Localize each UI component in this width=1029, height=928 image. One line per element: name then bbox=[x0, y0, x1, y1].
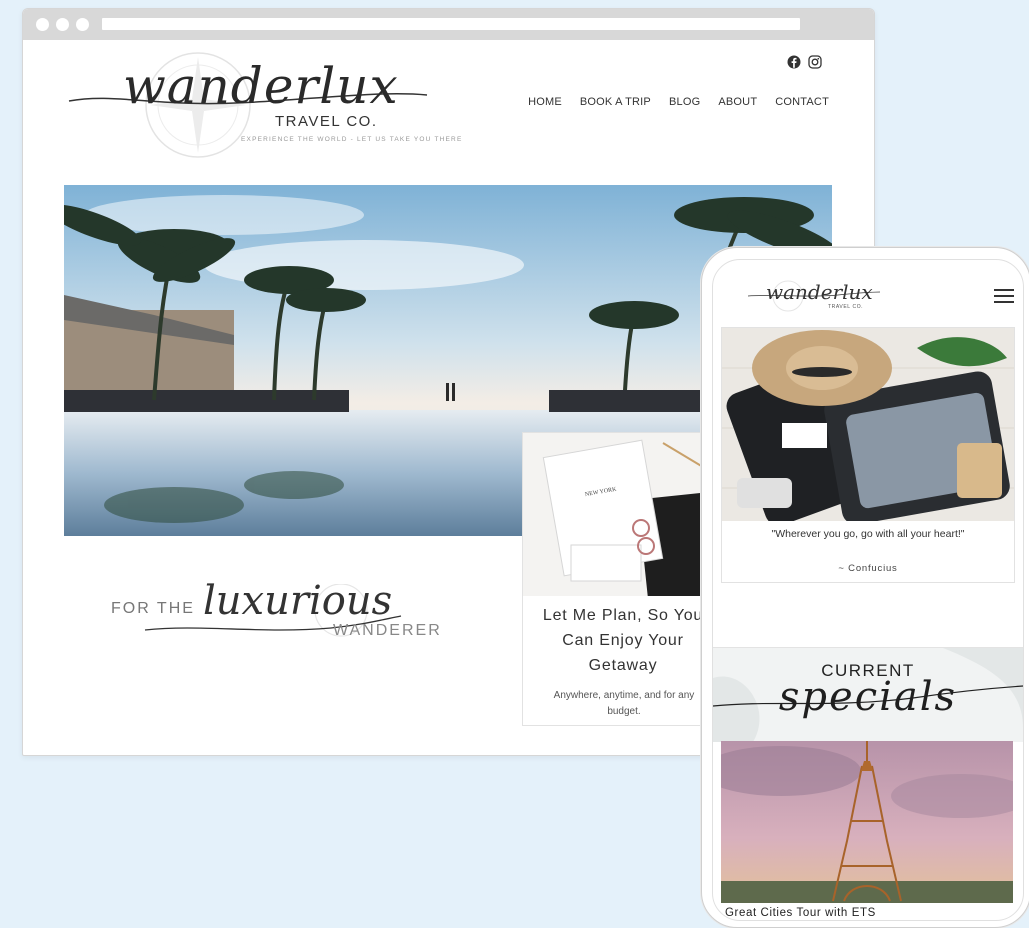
hamburger-menu-icon[interactable] bbox=[994, 288, 1014, 304]
card-title-line-1: Let Me Plan, So You bbox=[542, 607, 704, 624]
mobile-screen: wanderlux TRAVEL CO. "Wherever you go, g… bbox=[712, 259, 1024, 921]
specials-script-label: specials bbox=[778, 674, 958, 720]
card-title-line-3: Getaway bbox=[588, 657, 658, 674]
mobile-quote-card: "Wherever you go, go with all your heart… bbox=[721, 327, 1015, 583]
logo-script-text: wanderlux bbox=[123, 57, 399, 115]
card-description: Anywhere, anytime, and for any budget. bbox=[553, 690, 695, 717]
window-dot-maximize[interactable] bbox=[76, 18, 89, 31]
current-specials-banner: CURRENT specials bbox=[713, 648, 1023, 742]
tagline-for-the: FOR THE bbox=[111, 600, 195, 617]
facebook-icon[interactable] bbox=[787, 53, 801, 71]
tagline-wanderer: WANDERER bbox=[333, 622, 442, 639]
browser-title-bar bbox=[23, 9, 874, 40]
mobile-quote-author: ~ Confucius bbox=[838, 563, 898, 574]
nav-contact[interactable]: CONTACT bbox=[775, 96, 829, 108]
mobile-quote-text: "Wherever you go, go with all your heart… bbox=[771, 528, 965, 540]
nav-home[interactable]: HOME bbox=[528, 96, 562, 108]
mobile-logo-subtitle: TRAVEL CO. bbox=[828, 304, 864, 310]
mobile-logo-script: wanderlux bbox=[766, 280, 873, 304]
window-dot-close[interactable] bbox=[36, 18, 49, 31]
address-bar[interactable] bbox=[102, 18, 800, 30]
window-dot-minimize[interactable] bbox=[56, 18, 69, 31]
suitcase-image bbox=[722, 328, 1014, 521]
tour-title[interactable]: Great Cities Tour with ETS bbox=[725, 907, 876, 919]
logo-subtitle: TRAVEL CO. bbox=[275, 113, 378, 130]
card-title: Let Me Plan, So You Can Enjoy Your Getaw… bbox=[523, 603, 723, 678]
nav-blog[interactable]: BLOG bbox=[669, 96, 700, 108]
nav-about[interactable]: ABOUT bbox=[718, 96, 757, 108]
mobile-logo[interactable]: wanderlux TRAVEL CO. bbox=[748, 280, 908, 320]
mobile-phone-frame: wanderlux TRAVEL CO. "Wherever you go, g… bbox=[701, 247, 1029, 928]
main-navigation: HOME BOOK A TRIP BLOG ABOUT CONTACT bbox=[510, 96, 829, 108]
card-title-line-2: Can Enjoy Your bbox=[562, 632, 684, 649]
tagline-script: luxurious bbox=[203, 578, 393, 624]
tagline-for-the-luxurious-wanderer: FOR THE luxurious WANDERER bbox=[111, 578, 451, 664]
instagram-icon[interactable] bbox=[808, 53, 822, 71]
nav-book-a-trip[interactable]: BOOK A TRIP bbox=[580, 96, 651, 108]
logo-tagline: EXPERIENCE THE WORLD - LET US TAKE YOU T… bbox=[241, 136, 463, 143]
eiffel-tower-image[interactable] bbox=[721, 741, 1013, 903]
site-logo[interactable]: wanderlux TRAVEL CO. EXPERIENCE THE WORL… bbox=[63, 49, 483, 169]
